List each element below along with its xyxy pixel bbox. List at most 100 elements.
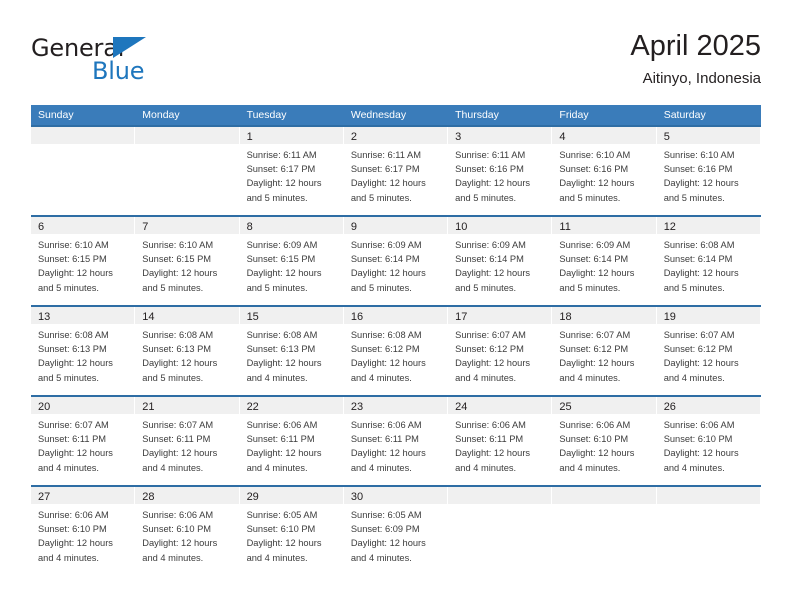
day-cell[interactable]: 23 Sunrise: 6:06 AM Sunset: 6:11 PM Dayl… — [343, 397, 449, 485]
day-cell[interactable]: 27 Sunrise: 6:06 AM Sunset: 6:10 PM Dayl… — [31, 487, 136, 575]
sunset-line: Sunset: 6:11 PM — [246, 434, 315, 445]
day-cell[interactable]: 10 Sunrise: 6:09 AM Sunset: 6:14 PM Dayl… — [448, 217, 553, 305]
calendar-grid: Sunday Monday Tuesday Wednesday Thursday… — [31, 105, 761, 575]
day-number-band — [552, 487, 656, 504]
day-cell[interactable]: 25 Sunrise: 6:06 AM Sunset: 6:10 PM Dayl… — [552, 397, 657, 485]
week-row: 20 Sunrise: 6:07 AM Sunset: 6:11 PM Dayl… — [31, 395, 761, 485]
day-cell[interactable]: 2 Sunrise: 6:11 AM Sunset: 6:17 PM Dayli… — [343, 127, 449, 215]
daylight-line-2: and 4 minutes. — [38, 462, 99, 473]
day-cell[interactable]: 28 Sunrise: 6:06 AM Sunset: 6:10 PM Dayl… — [135, 487, 240, 575]
day-details — [657, 504, 760, 508]
daylight-line-2: and 4 minutes. — [350, 552, 412, 563]
day-cell[interactable] — [656, 487, 761, 575]
day-number-band: 1 — [239, 127, 343, 144]
day-number-band: 23 — [343, 397, 448, 414]
daylight-line-1: Daylight: 12 hours — [455, 178, 531, 189]
daylight-line-2: and 5 minutes. — [455, 282, 517, 293]
day-cell[interactable]: 29 Sunrise: 6:05 AM Sunset: 6:10 PM Dayl… — [239, 487, 344, 575]
day-details: Sunrise: 6:08 AM Sunset: 6:12 PM Dayligh… — [344, 324, 447, 385]
daylight-line-1: Daylight: 12 hours — [559, 178, 635, 189]
sunrise-line: Sunrise: 6:11 AM — [246, 150, 317, 160]
sunrise-line: Sunrise: 6:06 AM — [142, 510, 214, 520]
sunset-line: Sunset: 6:10 PM — [559, 434, 629, 445]
weekday-header-monday: Monday — [142, 109, 180, 121]
daylight-line-2: and 5 minutes. — [38, 372, 99, 383]
day-cell[interactable]: 6 Sunrise: 6:10 AM Sunset: 6:15 PM Dayli… — [31, 217, 136, 305]
daylight-line-2: and 4 minutes. — [246, 462, 308, 473]
daylight-line-1: Daylight: 12 hours — [142, 358, 218, 369]
day-cell[interactable]: 4 Sunrise: 6:10 AM Sunset: 6:16 PM Dayli… — [552, 127, 657, 215]
day-number-band: 17 — [448, 307, 552, 324]
day-number: 4 — [559, 131, 566, 143]
day-cell[interactable]: 11 Sunrise: 6:09 AM Sunset: 6:14 PM Dayl… — [552, 217, 657, 305]
sunset-line: Sunset: 6:16 PM — [559, 164, 629, 175]
day-cell[interactable]: 30 Sunrise: 6:05 AM Sunset: 6:09 PM Dayl… — [343, 487, 449, 575]
day-cell[interactable]: 17 Sunrise: 6:07 AM Sunset: 6:12 PM Dayl… — [448, 307, 553, 395]
day-number-band: 30 — [343, 487, 448, 504]
day-number: 16 — [350, 311, 364, 323]
day-cell[interactable]: 14 Sunrise: 6:08 AM Sunset: 6:13 PM Dayl… — [135, 307, 240, 395]
day-cell[interactable]: 26 Sunrise: 6:06 AM Sunset: 6:10 PM Dayl… — [656, 397, 761, 485]
day-number: 21 — [142, 401, 155, 413]
day-cell[interactable]: 24 Sunrise: 6:06 AM Sunset: 6:11 PM Dayl… — [448, 397, 553, 485]
day-cell[interactable]: 3 Sunrise: 6:11 AM Sunset: 6:16 PM Dayli… — [448, 127, 553, 215]
day-cell[interactable] — [552, 487, 657, 575]
day-details: Sunrise: 6:05 AM Sunset: 6:10 PM Dayligh… — [240, 504, 343, 565]
day-number: 20 — [38, 401, 51, 413]
daylight-line-1: Daylight: 12 hours — [246, 178, 322, 189]
day-cell[interactable]: 21 Sunrise: 6:07 AM Sunset: 6:11 PM Dayl… — [135, 397, 240, 485]
sunset-line: Sunset: 6:15 PM — [246, 254, 316, 265]
sunrise-line: Sunrise: 6:05 AM — [246, 510, 318, 520]
day-cell[interactable]: 15 Sunrise: 6:08 AM Sunset: 6:13 PM Dayl… — [239, 307, 344, 395]
sunrise-line: Sunrise: 6:09 AM — [246, 240, 318, 250]
sunset-line: Sunset: 6:11 PM — [455, 434, 524, 445]
sunset-line: Sunset: 6:12 PM — [663, 344, 733, 355]
day-cell[interactable] — [31, 127, 136, 215]
day-cell[interactable]: 13 Sunrise: 6:08 AM Sunset: 6:13 PM Dayl… — [31, 307, 136, 395]
sunset-line: Sunset: 6:14 PM — [663, 254, 733, 265]
day-details — [31, 144, 134, 148]
day-number: 26 — [663, 401, 676, 413]
day-cell[interactable]: 8 Sunrise: 6:09 AM Sunset: 6:15 PM Dayli… — [239, 217, 344, 305]
day-cell[interactable]: 16 Sunrise: 6:08 AM Sunset: 6:12 PM Dayl… — [343, 307, 449, 395]
sunrise-line: Sunrise: 6:07 AM — [38, 420, 109, 430]
day-cell[interactable]: 7 Sunrise: 6:10 AM Sunset: 6:15 PM Dayli… — [135, 217, 240, 305]
sunset-line: Sunset: 6:09 PM — [350, 524, 420, 535]
day-details: Sunrise: 6:11 AM Sunset: 6:16 PM Dayligh… — [448, 144, 551, 205]
day-number-band: 5 — [656, 127, 760, 144]
day-number: 13 — [38, 311, 51, 323]
logo-text-blue: Blue — [92, 57, 145, 85]
weekday-header-row: Sunday Monday Tuesday Wednesday Thursday… — [31, 105, 761, 125]
sunset-line: Sunset: 6:12 PM — [559, 344, 629, 355]
daylight-line-2: and 5 minutes. — [350, 282, 412, 293]
day-details: Sunrise: 6:06 AM Sunset: 6:11 PM Dayligh… — [448, 414, 551, 475]
daylight-line-1: Daylight: 12 hours — [350, 268, 426, 279]
day-details: Sunrise: 6:10 AM Sunset: 6:16 PM Dayligh… — [552, 144, 655, 205]
day-cell[interactable]: 1 Sunrise: 6:11 AM Sunset: 6:17 PM Dayli… — [239, 127, 344, 215]
day-details: Sunrise: 6:06 AM Sunset: 6:11 PM Dayligh… — [240, 414, 343, 475]
day-number-band: 25 — [552, 397, 656, 414]
daylight-line-1: Daylight: 12 hours — [38, 358, 113, 369]
day-cell[interactable]: 19 Sunrise: 6:07 AM Sunset: 6:12 PM Dayl… — [656, 307, 761, 395]
day-cell[interactable]: 5 Sunrise: 6:10 AM Sunset: 6:16 PM Dayli… — [656, 127, 761, 215]
day-cell[interactable]: 9 Sunrise: 6:09 AM Sunset: 6:14 PM Dayli… — [343, 217, 449, 305]
sunset-line: Sunset: 6:14 PM — [455, 254, 524, 265]
day-number: 25 — [559, 401, 572, 413]
daylight-line-1: Daylight: 12 hours — [559, 358, 635, 369]
general-blue-logo[interactable]: General Blue — [31, 34, 251, 90]
day-cell[interactable] — [448, 487, 553, 575]
day-cell[interactable]: 12 Sunrise: 6:08 AM Sunset: 6:14 PM Dayl… — [656, 217, 761, 305]
day-details: Sunrise: 6:06 AM Sunset: 6:11 PM Dayligh… — [344, 414, 447, 475]
daylight-line-2: and 5 minutes. — [142, 372, 204, 383]
day-number: 12 — [663, 221, 676, 233]
daylight-line-1: Daylight: 12 hours — [559, 268, 635, 279]
day-cell[interactable] — [135, 127, 240, 215]
day-cell[interactable]: 22 Sunrise: 6:06 AM Sunset: 6:11 PM Dayl… — [239, 397, 344, 485]
sunrise-line: Sunrise: 6:08 AM — [38, 330, 109, 340]
daylight-line-2: and 4 minutes. — [38, 552, 99, 563]
weekday-header-friday: Friday — [559, 109, 589, 121]
day-number: 15 — [246, 311, 259, 323]
day-cell[interactable]: 18 Sunrise: 6:07 AM Sunset: 6:12 PM Dayl… — [552, 307, 657, 395]
day-details: Sunrise: 6:08 AM Sunset: 6:14 PM Dayligh… — [657, 234, 760, 295]
day-cell[interactable]: 20 Sunrise: 6:07 AM Sunset: 6:11 PM Dayl… — [31, 397, 136, 485]
